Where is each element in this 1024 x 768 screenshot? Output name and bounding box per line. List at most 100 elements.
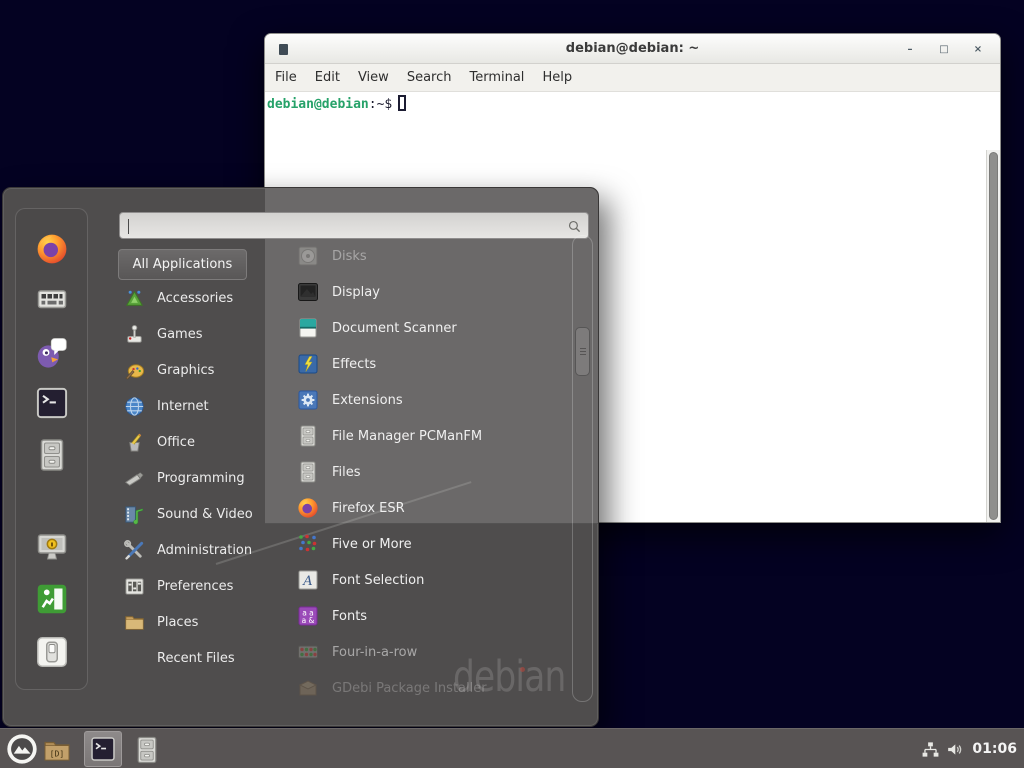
terminal-scrollbar[interactable] bbox=[986, 150, 1000, 522]
terminal-menu-edit[interactable]: Edit bbox=[306, 66, 349, 90]
category-label: Sound & Video bbox=[157, 507, 253, 522]
terminal-titlebar[interactable]: debian@debian: ~ – □ × bbox=[265, 34, 1000, 64]
favorite-terminal-icon[interactable] bbox=[34, 385, 70, 421]
minimize-button[interactable]: – bbox=[904, 44, 916, 55]
category-places[interactable]: Places bbox=[118, 604, 290, 640]
category-administration[interactable]: Administration bbox=[118, 532, 290, 568]
all-applications-button[interactable]: All Applications bbox=[118, 249, 247, 280]
launcher-file-cabinet-icon[interactable] bbox=[132, 735, 162, 768]
app-item-files[interactable]: Files bbox=[288, 454, 570, 490]
terminal-menu-help[interactable]: Help bbox=[533, 66, 581, 90]
category-office[interactable]: Office bbox=[118, 424, 290, 460]
terminal-scrollbar-thumb[interactable] bbox=[989, 152, 998, 520]
category-list: Accessories Games GraphicsInternet Office Pr… bbox=[118, 280, 290, 676]
launcher-folder-icon[interactable]: [D] bbox=[42, 735, 72, 768]
category-label: Recent Files bbox=[157, 651, 235, 666]
terminal-title: debian@debian: ~ bbox=[265, 34, 1000, 64]
file-cabinet-icon bbox=[132, 735, 162, 765]
display-icon bbox=[296, 280, 320, 304]
terminal-menu-file[interactable]: File bbox=[266, 66, 306, 90]
document-scanner-icon bbox=[296, 316, 320, 340]
category-games[interactable]: Games bbox=[118, 316, 290, 352]
app-item-display[interactable]: Display bbox=[288, 274, 570, 310]
category-label: Office bbox=[157, 435, 195, 450]
network-icon[interactable] bbox=[921, 740, 940, 759]
app-item-label: Document Scanner bbox=[332, 321, 457, 336]
system-tray: 01:06 bbox=[921, 729, 1020, 768]
application-list: DisksDisplay Document Scanner Effects Exten… bbox=[288, 238, 570, 706]
favorite-pidgin-icon[interactable] bbox=[34, 334, 70, 370]
favorites-panel bbox=[15, 208, 88, 690]
four-in-a-row-icon bbox=[296, 640, 320, 664]
app-item-font-selection[interactable]: A Font Selection bbox=[288, 562, 570, 598]
favorite-lock-screen-icon[interactable] bbox=[34, 529, 70, 565]
taskbar: 01:06 [D] bbox=[0, 728, 1024, 768]
app-item-label: Fonts bbox=[332, 609, 367, 624]
app-item-file-manager-pcmanfm[interactable]: File Manager PCManFM bbox=[288, 418, 570, 454]
app-item-disks[interactable]: Disks bbox=[288, 238, 570, 274]
magnifier-icon bbox=[566, 218, 583, 235]
terminal-menu-search[interactable]: Search bbox=[398, 66, 461, 90]
favorite-character-map-icon[interactable] bbox=[34, 282, 70, 318]
category-graphics[interactable]: Graphics bbox=[118, 352, 290, 388]
menu-scrollbar-thumb[interactable] bbox=[575, 327, 590, 376]
close-button[interactable]: × bbox=[972, 44, 984, 55]
preferences-icon bbox=[123, 575, 146, 598]
menu-button-icon bbox=[6, 733, 38, 765]
gdebi-icon bbox=[296, 676, 320, 700]
app-item-five-or-more[interactable]: Five or More bbox=[288, 526, 570, 562]
app-item-label: Font Selection bbox=[332, 573, 424, 588]
volume-icon[interactable] bbox=[945, 740, 964, 759]
maximize-button[interactable]: □ bbox=[938, 44, 950, 55]
font-selection-icon: A bbox=[296, 568, 320, 592]
firefox-icon bbox=[296, 496, 320, 520]
debian-watermark-dot bbox=[520, 667, 525, 672]
app-item-extensions[interactable]: Extensions bbox=[288, 382, 570, 418]
terminal-menu-view[interactable]: View bbox=[349, 66, 398, 90]
lock-screen-icon bbox=[34, 529, 70, 565]
category-preferences[interactable]: Preferences bbox=[118, 568, 290, 604]
category-label: Places bbox=[157, 615, 198, 630]
debian-watermark: debian bbox=[453, 652, 565, 702]
terminal-menu-terminal[interactable]: Terminal bbox=[460, 66, 533, 90]
menu-scrollbar[interactable] bbox=[572, 235, 593, 702]
category-accessories[interactable]: Accessories bbox=[118, 280, 290, 316]
shutdown-icon bbox=[34, 634, 70, 670]
window-controls: – □ × bbox=[904, 34, 984, 64]
launcher-menu-button-icon[interactable] bbox=[6, 733, 38, 768]
category-label: Accessories bbox=[157, 291, 233, 306]
prompt-user-host: debian@debian bbox=[267, 97, 369, 112]
category-internet[interactable]: Internet bbox=[118, 388, 290, 424]
app-item-document-scanner[interactable]: Document Scanner bbox=[288, 310, 570, 346]
task-button-terminal-icon[interactable] bbox=[84, 731, 122, 767]
all-applications-label: All Applications bbox=[133, 257, 233, 272]
category-sound-video[interactable]: Sound & Video bbox=[118, 496, 290, 532]
app-item-fonts[interactable]: a aa &Fonts bbox=[288, 598, 570, 634]
app-item-label: Four-in-a-row bbox=[332, 645, 417, 660]
file-cabinet-icon bbox=[34, 437, 70, 473]
folder-icon: [D] bbox=[42, 735, 72, 765]
favorite-logout-icon[interactable] bbox=[34, 581, 70, 617]
search-caret bbox=[128, 219, 129, 234]
favorite-shutdown-icon[interactable] bbox=[34, 634, 70, 670]
clock[interactable]: 01:06 bbox=[969, 741, 1020, 757]
app-item-effects[interactable]: Effects bbox=[288, 346, 570, 382]
app-item-label: Effects bbox=[332, 357, 376, 372]
category-recent-files[interactable]: Recent Files bbox=[118, 640, 290, 676]
character-map-icon bbox=[34, 282, 70, 318]
terminal-menubar: FileEditViewSearchTerminalHelp bbox=[265, 64, 1000, 92]
search-box[interactable] bbox=[119, 212, 589, 239]
graphics-icon bbox=[123, 359, 146, 382]
app-item-firefox-esr[interactable]: Firefox ESR bbox=[288, 490, 570, 526]
search-input[interactable] bbox=[126, 215, 556, 236]
category-label: Games bbox=[157, 327, 202, 342]
internet-icon bbox=[123, 395, 146, 418]
favorite-file-cabinet-icon[interactable] bbox=[34, 437, 70, 473]
favorite-firefox-icon[interactable] bbox=[34, 231, 70, 267]
five-or-more-icon bbox=[296, 532, 320, 556]
category-programming[interactable]: Programming bbox=[118, 460, 290, 496]
places-icon bbox=[123, 611, 146, 634]
programming-icon bbox=[123, 467, 146, 490]
terminal-cursor bbox=[398, 95, 406, 111]
category-label: Preferences bbox=[157, 579, 233, 594]
